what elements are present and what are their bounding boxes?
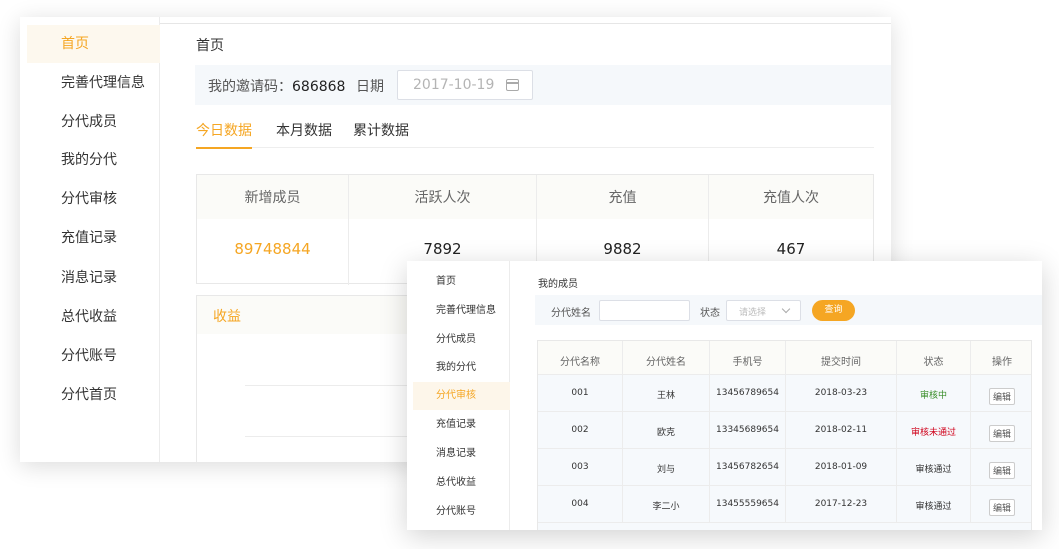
cell-name: 欧克 [623, 412, 710, 448]
cell-name: 李二小 [623, 486, 710, 522]
calendar-icon[interactable] [506, 79, 519, 91]
page-title: 我的成员 [538, 279, 578, 290]
stat-label: 活跃人次 [414, 190, 471, 206]
data-tabs: 今日数据 本月数据 累计数据 [196, 120, 874, 149]
cell-code: 002 [538, 412, 623, 448]
sidebar-item-sub-review[interactable]: 分代审核 [413, 382, 510, 410]
income-title: 收益 [213, 309, 241, 325]
table-row: 002 欧克 13345689654 2018-02-11 审核未通过 编辑 [538, 412, 1031, 449]
cell-phone: 13456789654 [710, 375, 786, 411]
edit-button[interactable]: 编辑 [988, 388, 1015, 405]
stat-label: 充值 [608, 190, 637, 206]
cell-action: 编辑 [971, 412, 1033, 448]
date-value: 2017-10-19 [413, 77, 495, 93]
table-row: 001 王林 13456789654 2018-03-23 审核中 编辑 [538, 375, 1031, 412]
sidebar-item-my-subagents[interactable]: 我的分代 [20, 141, 160, 179]
col-header: 分代姓名 [623, 341, 710, 374]
col-header: 手机号 [710, 341, 786, 374]
name-filter-label: 分代姓名 [551, 308, 591, 319]
edit-button[interactable]: 编辑 [988, 462, 1015, 479]
sidebar-item-agent-info[interactable]: 完善代理信息 [413, 297, 510, 325]
name-filter-input[interactable] [599, 300, 690, 321]
sidebar-item-sub-review[interactable]: 分代审核 [20, 180, 160, 218]
cell-phone: 13456782654 [710, 449, 786, 485]
members-window: 首页 完善代理信息 分代成员 我的分代 分代审核 充值记录 消息记录 总代收益 … [407, 261, 1042, 530]
stat-new-members: 新增成员 89748844 [197, 175, 349, 285]
sidebar-item-home[interactable]: 首页 [27, 25, 160, 63]
cell-status: 审核中 [897, 375, 971, 411]
sidebar-item-my-subagents[interactable]: 我的分代 [413, 354, 510, 382]
sidebar-item-sub-home[interactable]: 分代首页 [20, 376, 160, 414]
cell-code: 003 [538, 449, 623, 485]
sidebar-item-message-records[interactable]: 消息记录 [20, 259, 160, 297]
search-button[interactable]: 查询 [812, 300, 855, 321]
sidebar-item-recharge-records[interactable]: 充值记录 [20, 219, 160, 257]
cell-date: 2018-02-11 [786, 412, 897, 448]
stat-label: 新增成员 [244, 190, 301, 206]
info-bar: 我的邀请码：686868 日期 2017-10-19 [195, 65, 891, 105]
cell-code: 004 [538, 486, 623, 522]
cell-date: 2018-03-23 [786, 375, 897, 411]
members-table: 分代名称 分代姓名 手机号 提交时间 状态 操作 001 王林 13456789… [537, 340, 1032, 530]
cell-phone: 13345689654 [710, 412, 786, 448]
sidebar-item-general-income[interactable]: 总代收益 [413, 469, 510, 497]
col-header: 操作 [992, 357, 1012, 368]
cell-date: 2017-12-23 [786, 486, 897, 522]
cell-status: 审核未通过 [897, 412, 971, 448]
sidebar-item-home[interactable]: 首页 [413, 268, 510, 296]
table-row [538, 523, 1031, 530]
date-picker[interactable]: 2017-10-19 [397, 70, 533, 100]
sidebar-item-general-income[interactable]: 总代收益 [20, 298, 160, 336]
cell-date: 2018-01-09 [786, 449, 897, 485]
invite-code-text: 我的邀请码：686868 [208, 79, 346, 95]
sidebar: 首页 完善代理信息 分代成员 我的分代 分代审核 充值记录 消息记录 总代收益 … [407, 261, 510, 530]
stat-value: 89748844 [234, 240, 311, 258]
cell-name: 刘与 [623, 449, 710, 485]
cell-action: 编辑 [971, 449, 1033, 485]
table-row: 003 刘与 13456782654 2018-01-09 审核通过 编辑 [538, 449, 1031, 486]
sidebar-item-sub-members[interactable]: 分代成员 [413, 326, 510, 354]
status-placeholder: 请选择 [739, 308, 767, 318]
cell-action: 编辑 [971, 486, 1033, 522]
cell-code: 001 [538, 375, 623, 411]
status-select[interactable]: 请选择 [726, 300, 801, 321]
sidebar: 首页 完善代理信息 分代成员 我的分代 分代审核 充值记录 消息记录 总代收益 … [20, 17, 160, 462]
table-row: 004 李二小 13455559654 2017-12-23 审核通过 编辑 [538, 486, 1031, 523]
tab-today[interactable]: 今日数据 [196, 120, 252, 149]
stat-value: 9882 [603, 240, 642, 258]
stat-value: 467 [776, 240, 806, 258]
edit-button[interactable]: 编辑 [988, 425, 1015, 442]
sidebar-item-sub-accounts[interactable]: 分代账号 [20, 337, 160, 375]
col-header: 分代名称 [538, 341, 623, 374]
cell-action: 编辑 [971, 375, 1033, 411]
invite-code-value: 686868 [292, 79, 346, 95]
date-label: 日期 [356, 79, 384, 95]
stat-label: 充值人次 [763, 190, 819, 206]
sidebar-item-sub-members[interactable]: 分代成员 [20, 103, 160, 141]
tab-cumulative[interactable]: 累计数据 [353, 120, 409, 148]
status-filter-label: 状态 [700, 308, 720, 319]
col-header: 状态 [897, 341, 971, 374]
col-header: 提交时间 [786, 341, 897, 374]
cell-status: 审核通过 [897, 486, 971, 522]
sidebar-item-message-records[interactable]: 消息记录 [413, 440, 510, 468]
sidebar-item-recharge-records[interactable]: 充值记录 [413, 411, 510, 439]
sidebar-item-agent-info[interactable]: 完善代理信息 [20, 64, 160, 102]
chevron-down-icon [781, 304, 791, 314]
cell-phone: 13455559654 [710, 486, 786, 522]
cell-status: 审核通过 [897, 449, 971, 485]
table-header: 分代名称 分代姓名 手机号 提交时间 状态 操作 [538, 341, 1031, 375]
edit-button[interactable]: 编辑 [988, 499, 1015, 516]
tab-month[interactable]: 本月数据 [276, 120, 332, 148]
filter-bar: 分代姓名 状态 请选择 查询 [535, 295, 1042, 325]
sidebar-item-sub-accounts[interactable]: 分代账号 [413, 498, 510, 526]
page-title: 首页 [196, 38, 224, 54]
cell-name: 王林 [623, 375, 710, 411]
stat-value: 7892 [423, 240, 462, 258]
